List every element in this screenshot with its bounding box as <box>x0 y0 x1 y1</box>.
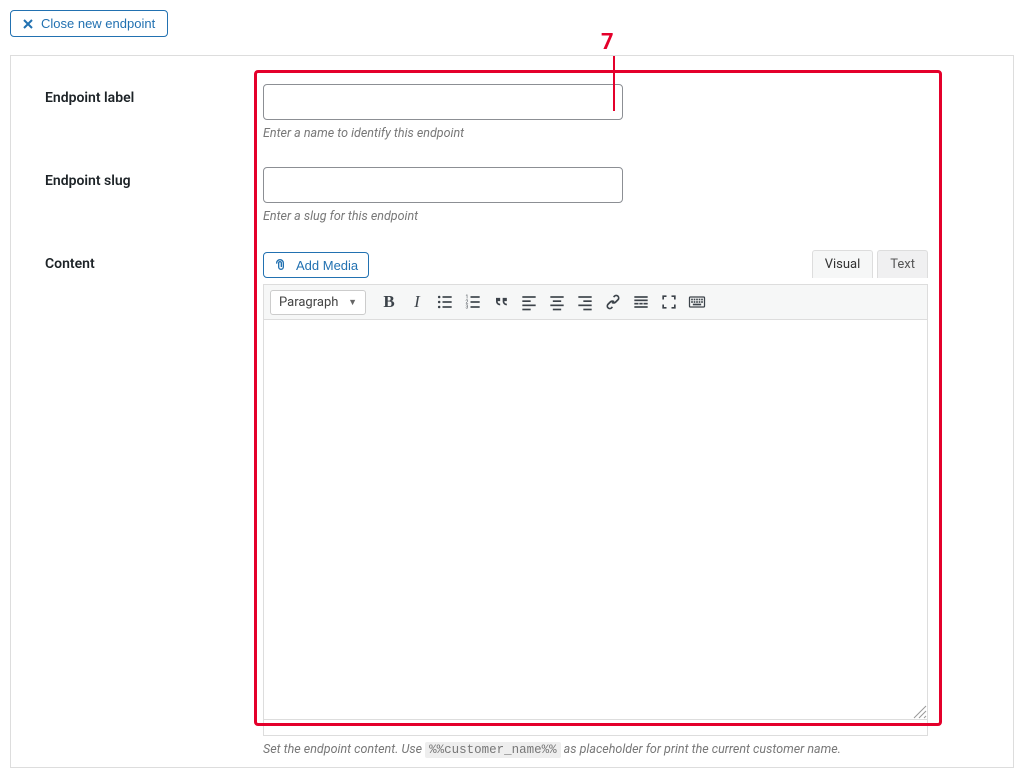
italic-button[interactable]: I <box>404 289 430 315</box>
endpoint-slug-title: Endpoint slug <box>45 167 263 189</box>
svg-text:3: 3 <box>466 305 469 311</box>
close-button-label: Close new endpoint <box>41 16 155 31</box>
editor-tab-text[interactable]: Text <box>877 250 928 278</box>
placeholder-code: %%customer_name%% <box>425 742 561 758</box>
media-icon <box>274 257 290 273</box>
endpoint-slug-input[interactable] <box>263 167 623 203</box>
toolbar-toggle-button[interactable] <box>684 289 710 315</box>
bold-button[interactable]: B <box>376 289 402 315</box>
close-new-endpoint-button[interactable]: Close new endpoint <box>10 10 168 37</box>
align-left-icon <box>519 292 539 312</box>
close-icon <box>23 19 33 29</box>
align-center-button[interactable] <box>544 289 570 315</box>
fullscreen-icon <box>659 292 679 312</box>
content-title: Content <box>45 250 263 272</box>
align-left-button[interactable] <box>516 289 542 315</box>
content-editor[interactable] <box>263 320 928 720</box>
format-select-value: Paragraph <box>279 295 338 310</box>
bullet-list-icon <box>435 292 455 312</box>
read-more-icon <box>631 292 651 312</box>
chevron-down-icon: ▼ <box>348 297 357 308</box>
editor-path-bar <box>263 720 928 736</box>
resize-handle-icon[interactable] <box>913 705 927 719</box>
align-right-button[interactable] <box>572 289 598 315</box>
link-icon <box>603 292 623 312</box>
endpoint-label-help: Enter a name to identify this endpoint <box>263 126 979 141</box>
endpoint-label-input[interactable] <box>263 84 623 120</box>
editor-toolbar: Paragraph ▼ B I 123 <box>263 284 928 320</box>
read-more-button[interactable] <box>628 289 654 315</box>
annotation-line <box>613 56 615 111</box>
keyboard-icon <box>687 292 707 312</box>
add-media-button[interactable]: Add Media <box>263 252 369 278</box>
link-button[interactable] <box>600 289 626 315</box>
blockquote-button[interactable] <box>488 289 514 315</box>
numbered-list-icon: 123 <box>463 292 483 312</box>
numbered-list-button[interactable]: 123 <box>460 289 486 315</box>
align-right-icon <box>575 292 595 312</box>
add-media-label: Add Media <box>296 258 358 273</box>
align-center-icon <box>547 292 567 312</box>
endpoint-slug-help: Enter a slug for this endpoint <box>263 209 979 224</box>
format-select[interactable]: Paragraph ▼ <box>270 290 366 315</box>
annotation-number: 7 <box>601 30 614 55</box>
bullet-list-button[interactable] <box>432 289 458 315</box>
quote-icon <box>491 292 511 312</box>
fullscreen-button[interactable] <box>656 289 682 315</box>
content-help: Set the endpoint content. Use %%customer… <box>263 742 928 757</box>
editor-tab-visual[interactable]: Visual <box>812 250 874 278</box>
endpoint-label-title: Endpoint label <box>45 84 263 106</box>
